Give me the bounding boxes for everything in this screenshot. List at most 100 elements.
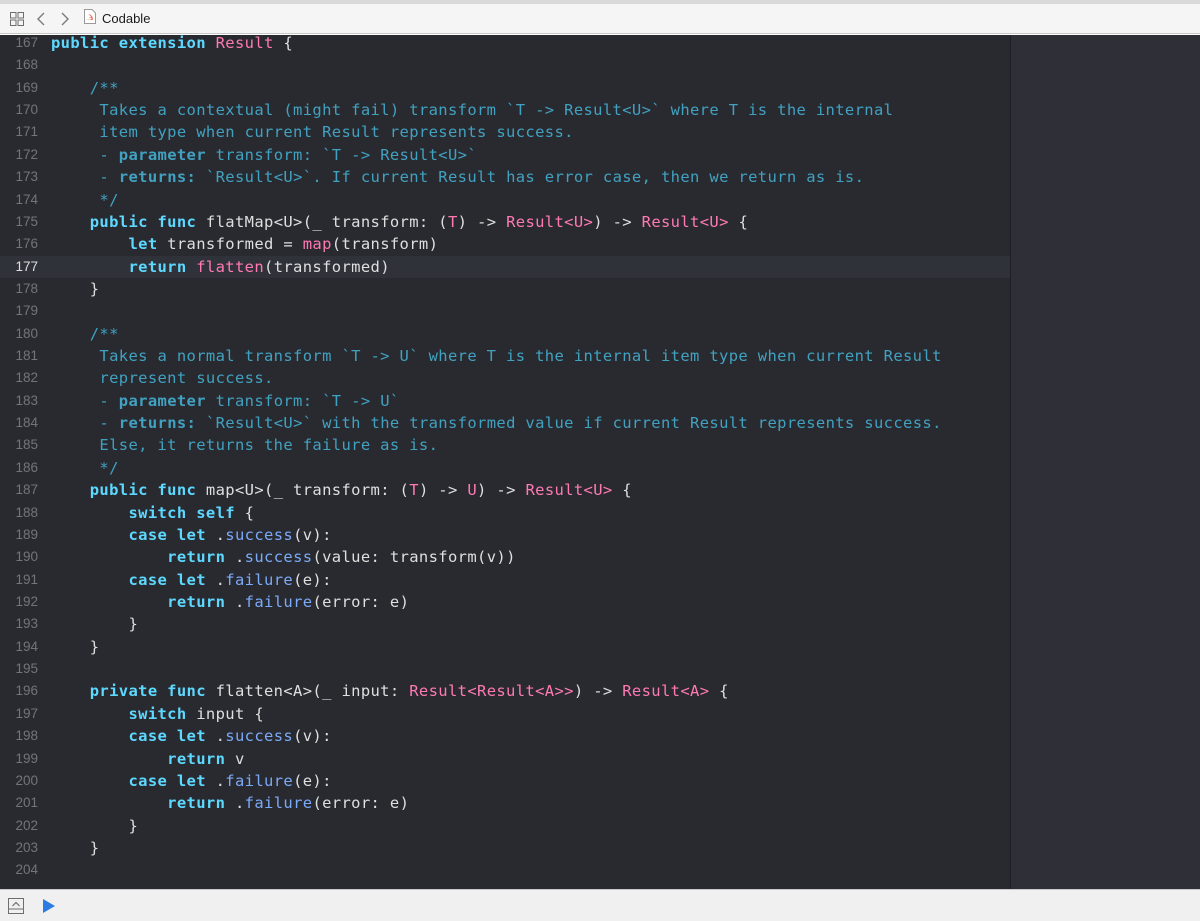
code-line[interactable]: 186 */ <box>0 457 1010 479</box>
code-line[interactable]: 190 return .success(value: transform(v)) <box>0 546 1010 568</box>
line-number[interactable]: 196 <box>0 680 38 702</box>
code-text: - returns: `Result<U>` with the transfor… <box>51 412 942 434</box>
back-icon[interactable] <box>30 4 52 33</box>
code-line[interactable]: 187 public func map<U>(_ transform: (T) … <box>0 479 1010 501</box>
source-editor[interactable]: 167 public extension Result {168 169 /** 17… <box>0 35 1200 889</box>
code-line[interactable]: 203 } <box>0 837 1010 859</box>
code-line[interactable]: 199 return v <box>0 748 1010 770</box>
code-line[interactable]: 174 */ <box>0 189 1010 211</box>
code-line[interactable]: 176 let transformed = map(transform) <box>0 233 1010 255</box>
code-token: public extension <box>51 35 216 52</box>
line-number[interactable]: 190 <box>0 546 38 568</box>
code-token: case let <box>51 570 216 589</box>
line-number[interactable]: 195 <box>0 658 38 680</box>
code-token: (error: e) <box>312 794 410 813</box>
code-token: flatten <box>196 257 265 276</box>
line-number[interactable]: 169 <box>0 77 38 99</box>
line-number[interactable]: 171 <box>0 121 38 143</box>
code-line[interactable]: 177 return flatten(transformed) <box>0 255 1010 278</box>
line-number[interactable]: 191 <box>0 569 38 591</box>
code-line[interactable]: 179 <box>0 300 1010 322</box>
line-number[interactable]: 188 <box>0 502 38 524</box>
code-line[interactable]: 195 <box>0 658 1010 680</box>
code-text: return .success(value: transform(v)) <box>51 546 516 568</box>
line-number[interactable]: 186 <box>0 457 38 479</box>
line-number[interactable]: 168 <box>0 54 38 76</box>
line-number[interactable]: 174 <box>0 189 38 211</box>
line-number[interactable]: 193 <box>0 613 38 635</box>
hide-debug-area-icon[interactable] <box>8 898 24 914</box>
code-line[interactable]: 182 represent success. <box>0 367 1010 389</box>
code-line[interactable]: 196 private func flatten<A>(_ input: Res… <box>0 680 1010 702</box>
line-number[interactable]: 187 <box>0 479 38 501</box>
line-number[interactable]: 179 <box>0 300 38 322</box>
code-line[interactable]: 168 <box>0 54 1010 76</box>
line-number[interactable]: 202 <box>0 815 38 837</box>
line-number[interactable]: 180 <box>0 323 38 345</box>
code-line[interactable]: 194 } <box>0 636 1010 658</box>
code-line[interactable]: 200 case let .failure(e): <box>0 770 1010 792</box>
code-token: return <box>51 257 197 276</box>
code-line[interactable]: 202 } <box>0 815 1010 837</box>
line-number[interactable]: 189 <box>0 524 38 546</box>
code-token: return <box>51 794 235 813</box>
code-line[interactable]: 197 switch input { <box>0 703 1010 725</box>
code-line[interactable]: 172 - parameter transform: `T -> Result<… <box>0 144 1010 166</box>
line-number[interactable]: 167 <box>0 35 38 54</box>
code-line[interactable]: 180 /** <box>0 323 1010 345</box>
line-number[interactable]: 177 <box>0 256 38 278</box>
line-number[interactable]: 178 <box>0 278 38 300</box>
line-number[interactable]: 199 <box>0 748 38 770</box>
line-number[interactable]: 170 <box>0 99 38 121</box>
line-number[interactable]: 203 <box>0 837 38 859</box>
line-number[interactable]: 198 <box>0 725 38 747</box>
line-number[interactable]: 181 <box>0 345 38 367</box>
code-token: transformed = <box>167 235 303 254</box>
code-token: Else, it returns the failure as is. <box>51 436 439 455</box>
line-number[interactable]: 201 <box>0 792 38 814</box>
code-line[interactable]: 185 Else, it returns the failure as is. <box>0 434 1010 456</box>
minimap[interactable] <box>1010 35 1200 889</box>
line-number[interactable]: 184 <box>0 412 38 434</box>
code-line[interactable]: 175 public func flatMap<U>(_ transform: … <box>0 211 1010 233</box>
line-number[interactable]: 182 <box>0 367 38 389</box>
debug-bar <box>0 889 1200 921</box>
code-line[interactable]: 173 - returns: `Result<U>`. If current R… <box>0 166 1010 188</box>
line-number[interactable]: 185 <box>0 434 38 456</box>
line-number[interactable]: 197 <box>0 703 38 725</box>
code-line[interactable]: 178 } <box>0 278 1010 300</box>
code-token: { <box>244 503 255 522</box>
run-icon[interactable] <box>42 898 60 914</box>
code-line[interactable]: 204 <box>0 859 1010 881</box>
code-line[interactable]: 193 } <box>0 613 1010 635</box>
code-text: case let .failure(e): <box>51 770 332 792</box>
code-line[interactable]: 201 return .failure(error: e) <box>0 792 1010 814</box>
code-line[interactable]: 171 item type when current Result repres… <box>0 121 1010 143</box>
code-line[interactable]: 170 Takes a contextual (might fail) tran… <box>0 99 1010 121</box>
line-number[interactable]: 183 <box>0 390 38 412</box>
line-number[interactable]: 192 <box>0 591 38 613</box>
code-token: . <box>215 727 226 746</box>
code-line[interactable]: 183 - parameter transform: `T -> U` <box>0 390 1010 412</box>
code-token: returns: <box>118 414 197 433</box>
code-line[interactable]: 169 /** <box>0 77 1010 99</box>
related-items-icon[interactable] <box>6 4 28 33</box>
code-line[interactable]: 189 case let .success(v): <box>0 524 1010 546</box>
code-line[interactable]: 167 public extension Result { <box>0 35 1010 54</box>
line-number[interactable]: 175 <box>0 211 38 233</box>
code-line[interactable]: 198 case let .success(v): <box>0 725 1010 747</box>
line-number[interactable]: 200 <box>0 770 38 792</box>
code-line[interactable]: 184 - returns: `Result<U>` with the tran… <box>0 412 1010 434</box>
code-token: U <box>467 481 478 500</box>
line-number[interactable]: 173 <box>0 166 38 188</box>
forward-icon[interactable] <box>54 4 76 33</box>
line-number[interactable]: 176 <box>0 233 38 255</box>
code-line[interactable]: 192 return .failure(error: e) <box>0 591 1010 613</box>
code-line[interactable]: 188 switch self { <box>0 502 1010 524</box>
line-number[interactable]: 194 <box>0 636 38 658</box>
line-number[interactable]: 204 <box>0 859 38 881</box>
code-line[interactable]: 181 Takes a normal transform `T -> U` wh… <box>0 345 1010 367</box>
file-breadcrumb[interactable]: Codable <box>84 4 284 33</box>
line-number[interactable]: 172 <box>0 144 38 166</box>
code-line[interactable]: 191 case let .failure(e): <box>0 569 1010 591</box>
